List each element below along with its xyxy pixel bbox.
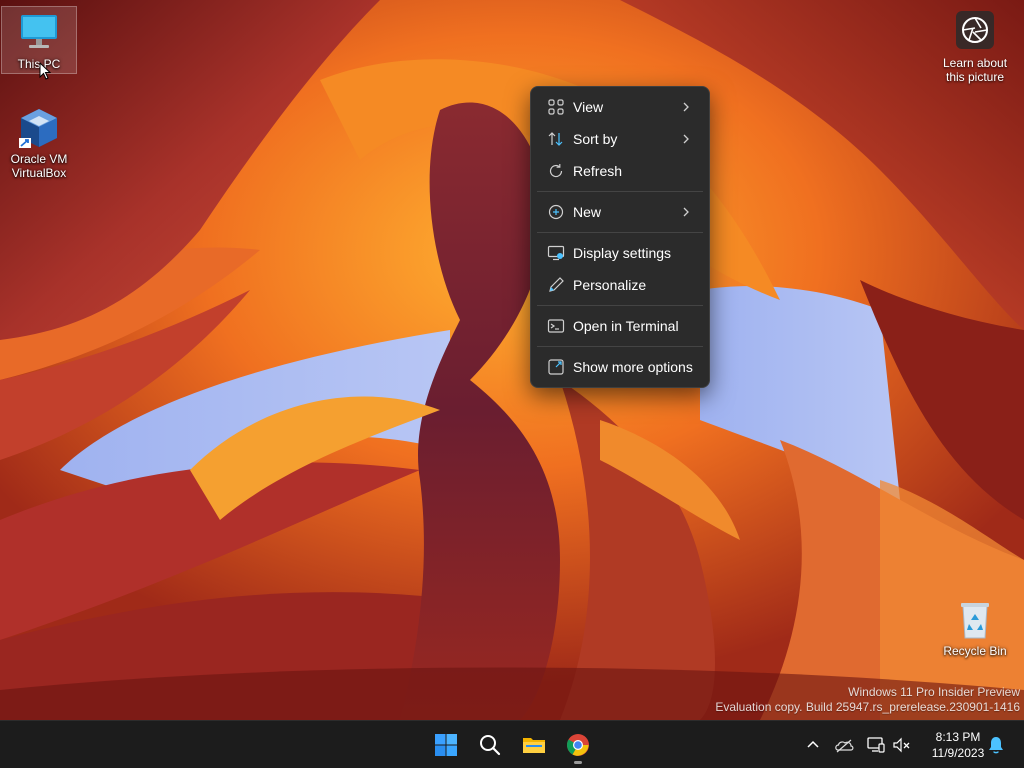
running-indicator <box>574 761 582 764</box>
watermark-line2: Evaluation copy. Build 25947.rs_prerelea… <box>715 700 1020 714</box>
desktop-icon-virtualbox[interactable]: Oracle VM VirtualBox <box>1 102 77 180</box>
menu-separator <box>537 191 703 192</box>
pen-icon <box>549 277 564 292</box>
menu-item-label: Sort by <box>573 131 618 147</box>
chevron-right-icon <box>683 134 689 144</box>
chevron-up-icon[interactable] <box>803 735 823 755</box>
learn-about-line2: this picture <box>945 70 1005 84</box>
menu-item-label: View <box>573 99 604 115</box>
camera-lens-icon <box>956 11 994 49</box>
monitor-icon <box>21 15 57 48</box>
network-icon[interactable] <box>866 735 886 755</box>
refresh-icon <box>549 164 563 178</box>
taskbar: 8:13 PM 11/9/2023 <box>0 720 1024 768</box>
search-icon <box>480 735 501 756</box>
menu-item-label: Display settings <box>573 245 672 261</box>
virtualbox-icon <box>19 109 57 148</box>
mouse-cursor-icon <box>39 62 51 80</box>
desktop-wallpaper[interactable] <box>0 0 1024 720</box>
desktop-icon-recycle-bin[interactable]: Recycle Bin <box>937 594 1013 658</box>
wallpaper-canyon-image <box>0 0 1024 720</box>
menu-item-label: Refresh <box>573 163 623 179</box>
menu-item-show-more-options[interactable]: Show more options <box>535 351 705 383</box>
folder-icon <box>523 738 545 753</box>
taskbar-search-button[interactable] <box>470 725 510 765</box>
os-build-watermark: Windows 11 Pro Insider Preview Evaluatio… <box>715 685 1020 715</box>
menu-item-new[interactable]: New <box>535 196 705 228</box>
learn-about-line1: Learn about <box>942 56 1008 70</box>
taskbar-file-explorer-button[interactable] <box>514 725 554 765</box>
chevron-right-icon <box>683 102 689 112</box>
menu-item-view[interactable]: View <box>535 91 705 123</box>
volume-muted-icon[interactable] <box>892 735 912 755</box>
menu-item-sort-by[interactable]: Sort by <box>535 123 705 155</box>
display-icon <box>547 245 565 261</box>
desktop-icon-label-line2: VirtualBox <box>11 166 67 180</box>
chevron-right-icon <box>683 207 689 217</box>
view-grid-icon <box>548 99 564 115</box>
chrome-icon <box>567 734 589 756</box>
menu-item-label: Personalize <box>573 277 647 293</box>
plus-circle-icon <box>548 204 564 220</box>
menu-item-personalize[interactable]: Personalize <box>535 269 705 301</box>
terminal-icon <box>547 319 565 333</box>
learn-about-picture[interactable]: Learn about this picture <box>936 10 1014 84</box>
onedrive-icon[interactable] <box>834 735 854 755</box>
recycle-bin-icon <box>961 603 989 639</box>
notification-bell-icon[interactable] <box>986 735 1006 755</box>
menu-item-label: Show more options <box>573 359 693 375</box>
menu-item-open-in-terminal[interactable]: Open in Terminal <box>535 310 705 342</box>
desktop-icon-label: Recycle Bin <box>943 644 1007 658</box>
watermark-line1: Windows 11 Pro Insider Preview <box>848 685 1020 699</box>
desktop-icon-label-line1: Oracle VM <box>10 152 68 166</box>
windows-start-icon <box>435 734 457 756</box>
expand-icon <box>548 359 564 375</box>
menu-separator <box>537 346 703 347</box>
sort-icon <box>548 132 563 146</box>
menu-item-label: Open in Terminal <box>573 318 679 334</box>
menu-item-display-settings[interactable]: Display settings <box>535 237 705 269</box>
start-button[interactable] <box>426 725 466 765</box>
menu-item-refresh[interactable]: Refresh <box>535 155 705 187</box>
menu-separator <box>537 305 703 306</box>
desktop-context-menu: View Sort by Refresh New Display setting… <box>530 86 710 388</box>
menu-item-label: New <box>573 204 602 220</box>
taskbar-chrome-button[interactable] <box>558 725 598 765</box>
menu-separator <box>537 232 703 233</box>
